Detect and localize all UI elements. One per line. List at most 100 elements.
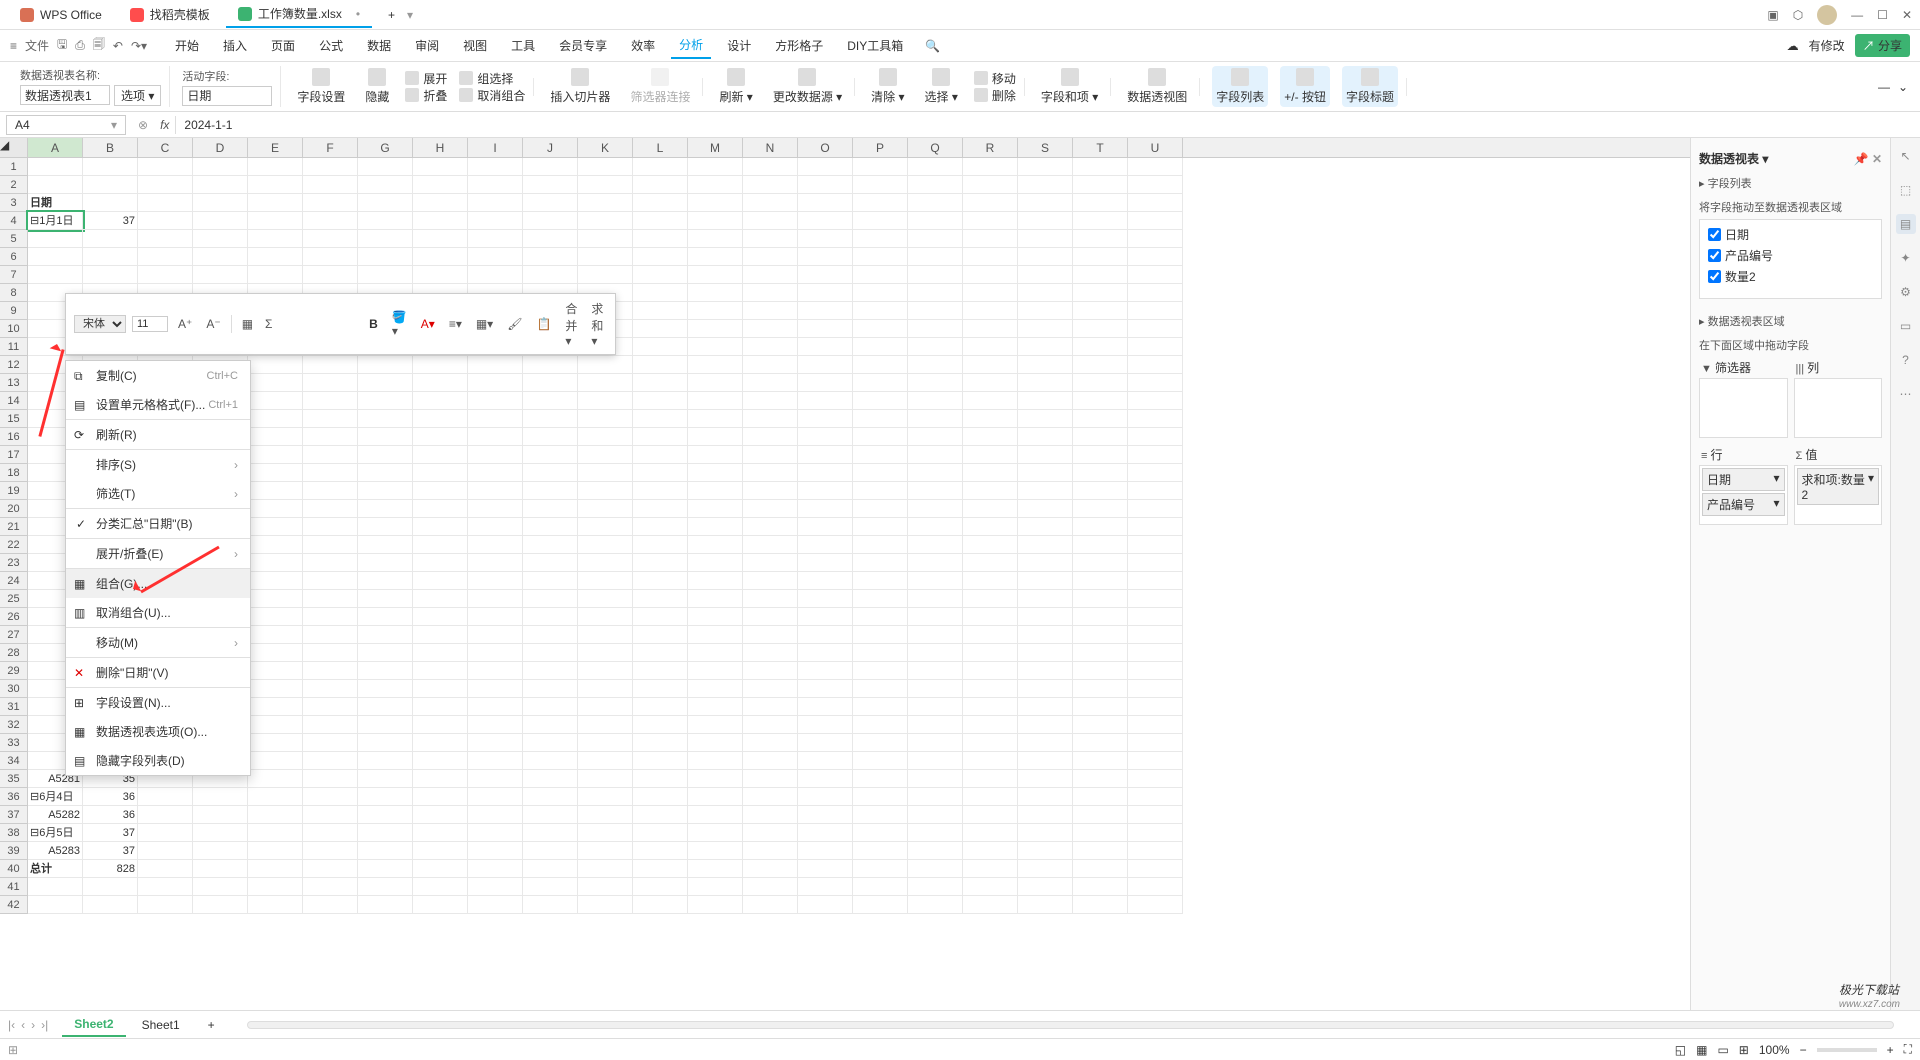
- cell[interactable]: [963, 176, 1018, 194]
- cell[interactable]: [688, 716, 743, 734]
- cell[interactable]: [578, 806, 633, 824]
- cell[interactable]: 828: [83, 860, 138, 878]
- row-header[interactable]: 1: [0, 158, 28, 176]
- cell[interactable]: [908, 608, 963, 626]
- cell[interactable]: [248, 860, 303, 878]
- cell[interactable]: [963, 860, 1018, 878]
- cell[interactable]: [908, 302, 963, 320]
- cell[interactable]: [908, 554, 963, 572]
- cell[interactable]: [963, 446, 1018, 464]
- cell[interactable]: [1018, 302, 1073, 320]
- field-checkbox[interactable]: [1708, 270, 1721, 283]
- cell[interactable]: [963, 338, 1018, 356]
- cell[interactable]: [1128, 788, 1183, 806]
- cell[interactable]: [798, 482, 853, 500]
- cell[interactable]: [688, 608, 743, 626]
- cell[interactable]: [523, 680, 578, 698]
- cell[interactable]: [358, 680, 413, 698]
- cell[interactable]: [963, 626, 1018, 644]
- cell[interactable]: [853, 446, 908, 464]
- cell[interactable]: [248, 518, 303, 536]
- menu-review[interactable]: 审阅: [407, 33, 447, 58]
- cell[interactable]: [853, 734, 908, 752]
- border-icon[interactable]: ▦▾: [472, 315, 497, 333]
- cell[interactable]: [138, 806, 193, 824]
- col-header[interactable]: B: [83, 138, 138, 157]
- cell[interactable]: [743, 716, 798, 734]
- cell[interactable]: [468, 518, 523, 536]
- cell[interactable]: [1073, 770, 1128, 788]
- cell[interactable]: [358, 194, 413, 212]
- cell[interactable]: [688, 644, 743, 662]
- cell[interactable]: [853, 176, 908, 194]
- cell[interactable]: [193, 896, 248, 914]
- cell[interactable]: [1073, 464, 1128, 482]
- cell[interactable]: [798, 572, 853, 590]
- cell[interactable]: [908, 590, 963, 608]
- cell[interactable]: [413, 248, 468, 266]
- cell[interactable]: [743, 194, 798, 212]
- cell[interactable]: [1128, 158, 1183, 176]
- cell[interactable]: [523, 842, 578, 860]
- cell[interactable]: [1018, 698, 1073, 716]
- cell[interactable]: [743, 608, 798, 626]
- row-header[interactable]: 29: [0, 662, 28, 680]
- stats-icon[interactable]: ◱: [1675, 1043, 1686, 1057]
- cell[interactable]: [1073, 374, 1128, 392]
- cell[interactable]: [853, 806, 908, 824]
- cell[interactable]: [963, 842, 1018, 860]
- cell[interactable]: [908, 896, 963, 914]
- cell[interactable]: [688, 572, 743, 590]
- cell[interactable]: [578, 860, 633, 878]
- cell[interactable]: [853, 716, 908, 734]
- cell[interactable]: [633, 446, 688, 464]
- cell[interactable]: [633, 500, 688, 518]
- cell[interactable]: [1018, 824, 1073, 842]
- cell[interactable]: [248, 878, 303, 896]
- insert-slicer-button[interactable]: 插入切片器: [546, 66, 614, 107]
- cell[interactable]: [358, 158, 413, 176]
- cell[interactable]: [1128, 698, 1183, 716]
- cell[interactable]: [743, 446, 798, 464]
- cell[interactable]: [578, 590, 633, 608]
- cell[interactable]: [138, 860, 193, 878]
- area-section-title[interactable]: ▸ 数据透视表区域: [1699, 309, 1882, 333]
- sheet-tab[interactable]: Sheet2: [62, 1013, 125, 1037]
- cell[interactable]: [303, 698, 358, 716]
- cell[interactable]: [1018, 500, 1073, 518]
- cell[interactable]: [468, 158, 523, 176]
- cm-hide-field-list[interactable]: ▤隐藏字段列表(D): [66, 746, 250, 775]
- cell[interactable]: [743, 374, 798, 392]
- cell[interactable]: [413, 662, 468, 680]
- cell[interactable]: [1073, 536, 1128, 554]
- cell[interactable]: [248, 896, 303, 914]
- cell[interactable]: 总计: [28, 860, 83, 878]
- cell[interactable]: [358, 626, 413, 644]
- cell[interactable]: [413, 806, 468, 824]
- cell[interactable]: [853, 896, 908, 914]
- cell[interactable]: [413, 698, 468, 716]
- cell[interactable]: [1073, 878, 1128, 896]
- field-list-toggle[interactable]: 字段列表: [1212, 66, 1268, 107]
- cell[interactable]: [798, 698, 853, 716]
- cell[interactable]: [138, 788, 193, 806]
- cell[interactable]: [1128, 374, 1183, 392]
- cell[interactable]: [688, 536, 743, 554]
- cell[interactable]: [853, 266, 908, 284]
- cell[interactable]: [633, 842, 688, 860]
- view-break-icon[interactable]: ⊞: [1739, 1043, 1749, 1057]
- fields-section-title[interactable]: ▸ 字段列表: [1699, 171, 1882, 195]
- cell[interactable]: [743, 860, 798, 878]
- cell[interactable]: [1073, 518, 1128, 536]
- cell[interactable]: [798, 212, 853, 230]
- cell[interactable]: [633, 770, 688, 788]
- cell[interactable]: [303, 572, 358, 590]
- cell[interactable]: [1073, 734, 1128, 752]
- cell[interactable]: [853, 842, 908, 860]
- cell[interactable]: [1073, 788, 1128, 806]
- cell[interactable]: [798, 860, 853, 878]
- clear-button[interactable]: 清除 ▾: [867, 66, 908, 107]
- table-format-icon[interactable]: ▦: [238, 315, 257, 333]
- cell[interactable]: [1128, 878, 1183, 896]
- cell[interactable]: [83, 194, 138, 212]
